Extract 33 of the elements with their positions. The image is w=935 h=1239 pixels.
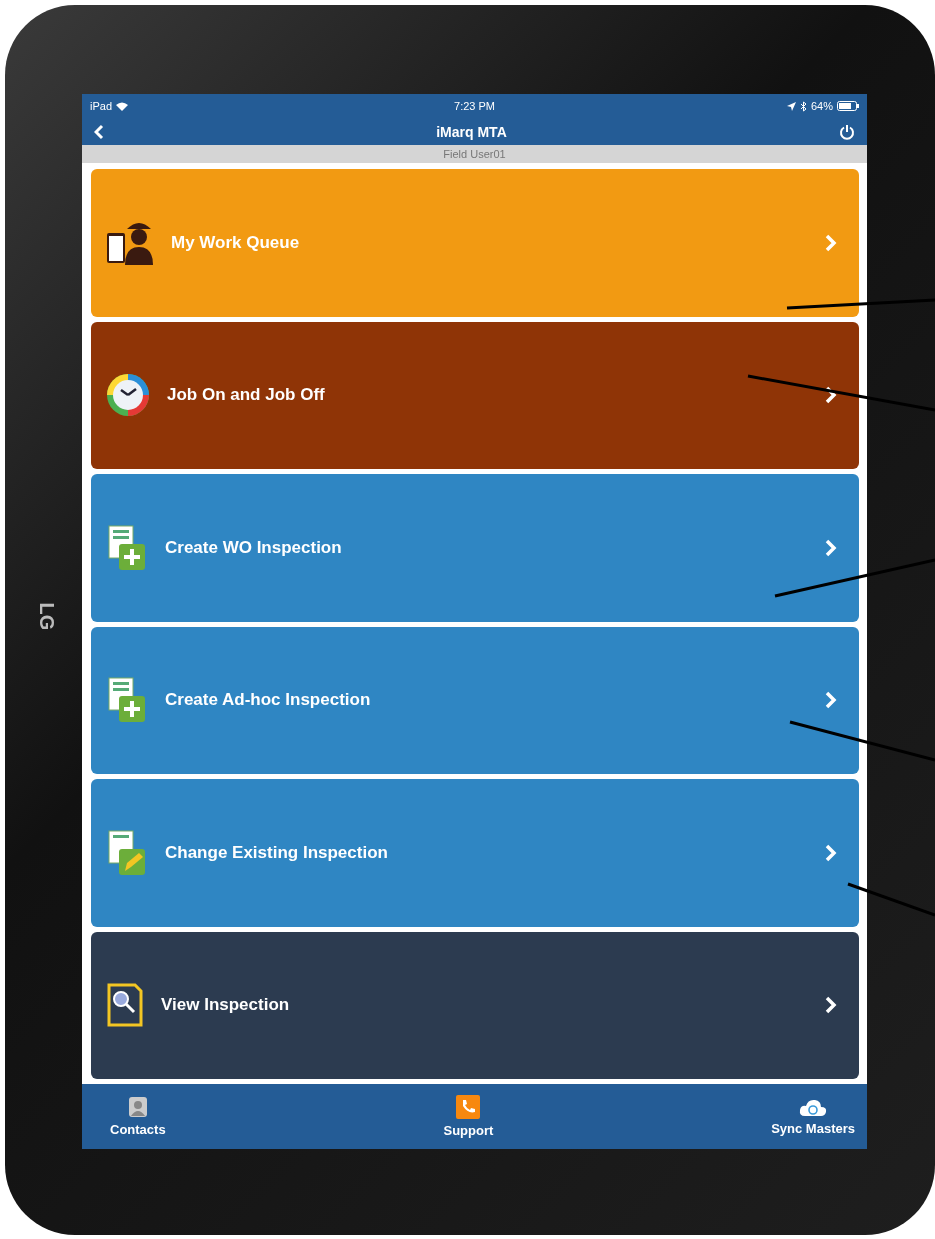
wifi-icon	[116, 101, 129, 111]
user-name: Field User01	[443, 148, 506, 160]
location-arrow-icon	[786, 101, 796, 111]
carrier-label: iPad	[90, 100, 113, 112]
chevron-right-icon	[824, 842, 837, 863]
tab-item[interactable]: Contacts	[110, 1096, 166, 1137]
menu-tile[interactable]: View Inspection	[91, 931, 859, 1079]
clock-time: 7:23 PM	[454, 100, 495, 112]
menu-tile[interactable]: Create WO Inspection	[91, 474, 859, 622]
chevron-right-icon	[824, 232, 837, 253]
phone-icon	[456, 1095, 481, 1119]
menu-tile[interactable]: Change Existing Inspection	[91, 779, 859, 927]
battery-icon	[837, 101, 859, 111]
document-magnifier-icon	[105, 981, 145, 1030]
power-button[interactable]	[839, 123, 855, 140]
back-button[interactable]	[94, 123, 104, 140]
chevron-right-icon	[824, 385, 837, 406]
chevron-right-icon	[824, 995, 837, 1016]
chevron-left-icon	[94, 123, 104, 140]
cloud-sync-icon	[799, 1097, 828, 1117]
menu-tile[interactable]: Create Ad-hoc Inspection	[91, 626, 859, 774]
chevron-right-icon	[824, 537, 837, 558]
clock-icon	[105, 372, 151, 419]
brand-logo: LG	[35, 602, 59, 631]
battery-percent: 64%	[810, 100, 833, 112]
bluetooth-icon	[799, 100, 807, 112]
address-book-icon	[127, 1096, 148, 1118]
menu-tile[interactable]: Job On and Job Off	[91, 321, 859, 469]
chevron-right-icon	[824, 690, 837, 711]
tab-item[interactable]: Support	[443, 1095, 494, 1138]
tab-item[interactable]: Sync Masters	[771, 1097, 855, 1136]
power-icon	[839, 123, 855, 140]
app-title: iMarq MTA	[436, 123, 507, 140]
